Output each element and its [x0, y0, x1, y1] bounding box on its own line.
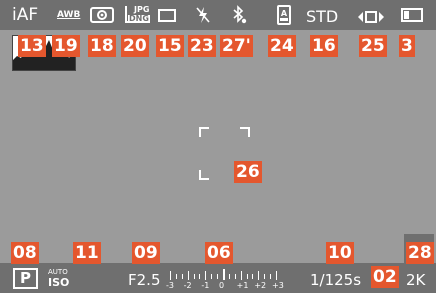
- callout-25: 25: [359, 35, 387, 57]
- exposure-scale-tick: [187, 271, 189, 280]
- af-frame-corner-tl: [199, 127, 209, 137]
- callout-11: 11: [73, 242, 101, 264]
- callout-06: 06: [205, 242, 233, 264]
- exposure-scale-labels: -3 -2 -1 0 +1 +2 +3: [166, 281, 284, 292]
- exposure-scale-tick: [199, 274, 201, 279]
- exposure-scale-tick: [217, 274, 219, 279]
- callout-15: 15: [156, 35, 184, 57]
- exposure-scale-label: +1: [236, 281, 249, 290]
- exposure-scale-label: +3: [272, 281, 284, 290]
- file-format-top: JPG: [134, 5, 150, 14]
- shutter-speed-value[interactable]: 1/125s: [310, 273, 361, 288]
- exposure-scale-tick: [205, 271, 207, 280]
- stabilizer-icon[interactable]: [357, 9, 385, 28]
- callout-09: 09: [132, 242, 160, 264]
- exposure-scale-label: -2: [183, 281, 192, 290]
- exposure-mode-label[interactable]: P: [13, 268, 38, 289]
- callout-10: 10: [326, 242, 354, 264]
- white-balance-label[interactable]: AWB: [57, 11, 80, 20]
- svg-text:A: A: [281, 9, 288, 18]
- exposure-scale-tick: [175, 274, 177, 279]
- callout-23: 23: [188, 35, 216, 57]
- exposure-scale-tick: [264, 274, 266, 279]
- file-format-bottom: DNG: [128, 14, 150, 23]
- file-format-indicator[interactable]: JPG DNG: [125, 6, 153, 24]
- iso-auto-label: AUTO: [48, 268, 68, 276]
- exposure-scale-label: -1: [201, 281, 210, 290]
- exposure-scale-tick: [270, 274, 272, 279]
- iso-label: ISO: [48, 276, 70, 289]
- exposure-scale-label: 0: [219, 281, 225, 290]
- focus-mode-label[interactable]: iAF: [12, 7, 38, 24]
- exposure-scale-tick: [234, 274, 236, 279]
- callout-18: 18: [88, 35, 116, 57]
- exposure-scale-tick: [258, 271, 260, 280]
- callout-24: 24: [268, 35, 296, 57]
- exposure-scale-label: -3: [166, 281, 174, 290]
- battery-fill: [404, 11, 409, 19]
- exposure-scale[interactable]: -3 -2 -1 0 +1 +2 +3: [166, 269, 284, 293]
- camera-screen: { "top": { "focus_mode": "iAF", "white_b…: [0, 0, 436, 293]
- callout-13: 13: [18, 35, 46, 57]
- exposure-scale-tick: [211, 274, 213, 279]
- exposure-scale-ticks: [170, 269, 280, 281]
- aperture-value[interactable]: F2.5: [128, 273, 160, 288]
- exposure-scale-tick: [193, 274, 195, 279]
- callout-3: 3: [399, 35, 415, 57]
- single-shot-icon[interactable]: [158, 9, 176, 22]
- exposure-scale-label: +2: [254, 281, 267, 290]
- flash-off-icon[interactable]: [195, 6, 211, 28]
- callout-27: 27': [220, 35, 253, 57]
- af-frame-corner-tr: [240, 127, 250, 137]
- callout-08: 08: [11, 242, 39, 264]
- exposure-scale-tick: [170, 271, 171, 280]
- exposure-scale-tick: [276, 271, 277, 280]
- callout-20: 20: [121, 35, 149, 57]
- callout-19: 19: [52, 35, 80, 57]
- exposure-scale-tick: [240, 271, 242, 280]
- callout-02: 02: [371, 266, 399, 288]
- exposure-scale-tick: [228, 274, 230, 279]
- iso-indicator[interactable]: AUTO ISO: [48, 268, 70, 289]
- exposure-scale-tick: [246, 274, 248, 279]
- battery-resolution-label: 2K: [406, 271, 426, 289]
- af-assist-icon[interactable]: A: [277, 5, 291, 25]
- photo-style-label[interactable]: STD: [306, 9, 338, 25]
- callout-16: 16: [310, 35, 338, 57]
- exposure-scale-tick: [223, 269, 225, 280]
- af-frame-corner-bl: [199, 170, 209, 180]
- exposure-scale-tick: [252, 274, 254, 279]
- callout-26: 26: [234, 161, 262, 183]
- exposure-scale-tick: [181, 274, 183, 279]
- format-bracket: [125, 6, 128, 23]
- battery-icon: [401, 8, 423, 22]
- bluetooth-icon[interactable]: [230, 5, 248, 29]
- callout-28: 28: [406, 242, 434, 264]
- spot-metering-icon[interactable]: [89, 6, 115, 28]
